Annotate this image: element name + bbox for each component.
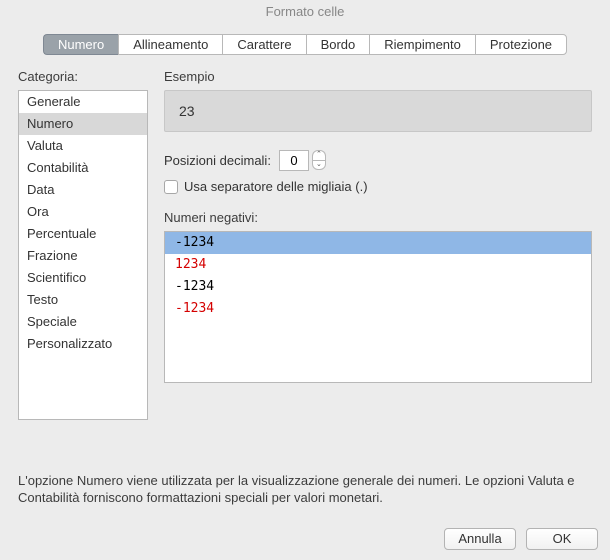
tab-riempimento[interactable]: Riempimento [369, 34, 475, 55]
tabs: Numero Allineamento Carattere Bordo Riem… [18, 34, 592, 55]
decimals-label: Posizioni decimali: [164, 153, 271, 168]
decimals-step-up[interactable]: ⌃ [312, 150, 326, 160]
category-item-testo[interactable]: Testo [19, 289, 147, 311]
thousands-checkbox[interactable] [164, 180, 178, 194]
category-item-scientifico[interactable]: Scientifico [19, 267, 147, 289]
tab-bordo[interactable]: Bordo [306, 34, 370, 55]
example-label: Esempio [164, 69, 592, 84]
category-item-frazione[interactable]: Frazione [19, 245, 147, 267]
example-value: 23 [164, 90, 592, 132]
category-item-numero[interactable]: Numero [19, 113, 147, 135]
category-item-contabilita[interactable]: Contabilità [19, 157, 147, 179]
tab-carattere[interactable]: Carattere [222, 34, 305, 55]
category-item-personalizzato[interactable]: Personalizzato [19, 333, 147, 355]
ok-button[interactable]: OK [526, 528, 598, 550]
tab-allineamento[interactable]: Allineamento [118, 34, 222, 55]
category-item-valuta[interactable]: Valuta [19, 135, 147, 157]
format-description: L'opzione Numero viene utilizzata per la… [18, 472, 592, 506]
decimals-input[interactable] [279, 150, 309, 171]
negative-option-0[interactable]: -1234 [165, 232, 591, 254]
category-item-speciale[interactable]: Speciale [19, 311, 147, 333]
negatives-list[interactable]: -1234 1234 -1234 -1234 [164, 231, 592, 383]
category-item-ora[interactable]: Ora [19, 201, 147, 223]
category-item-percentuale[interactable]: Percentuale [19, 223, 147, 245]
negative-option-2[interactable]: -1234 [165, 276, 591, 298]
category-label: Categoria: [18, 69, 148, 84]
negative-option-3[interactable]: -1234 [165, 298, 591, 320]
cancel-button[interactable]: Annulla [444, 528, 516, 550]
decimals-step-down[interactable]: ⌄ [312, 160, 326, 170]
category-list[interactable]: Generale Numero Valuta Contabilità Data … [18, 90, 148, 420]
tab-numero[interactable]: Numero [43, 34, 118, 55]
tab-protezione[interactable]: Protezione [475, 34, 567, 55]
negatives-label: Numeri negativi: [164, 210, 592, 225]
negative-option-1[interactable]: 1234 [165, 254, 591, 276]
category-item-generale[interactable]: Generale [19, 91, 147, 113]
window-title: Formato celle [0, 0, 610, 24]
thousands-label: Usa separatore delle migliaia (.) [184, 179, 368, 194]
category-item-data[interactable]: Data [19, 179, 147, 201]
